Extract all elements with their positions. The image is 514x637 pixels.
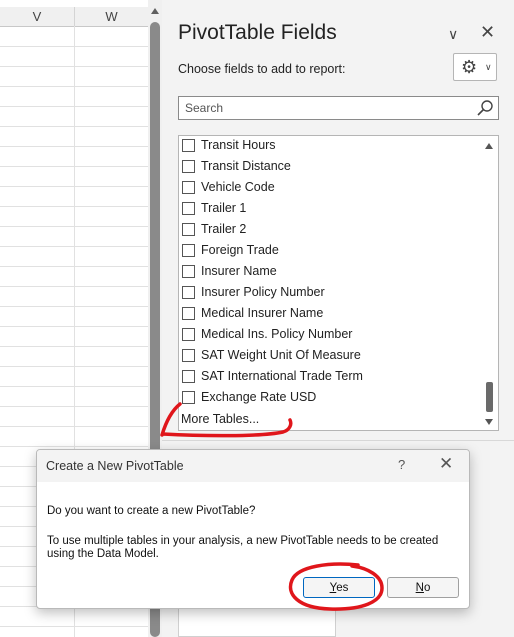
- list-item[interactable]: Trailer 2: [179, 220, 479, 241]
- field-checkbox[interactable]: [182, 160, 195, 173]
- grid-line: [0, 346, 148, 347]
- list-item[interactable]: SAT Weight Unit Of Measure: [179, 346, 479, 367]
- yes-button[interactable]: Yes: [303, 577, 375, 598]
- field-label: SAT Weight Unit Of Measure: [201, 348, 361, 362]
- field-label: SAT International Trade Term: [201, 369, 363, 383]
- list-item[interactable]: Medical Ins. Policy Number: [179, 325, 479, 346]
- grid-line: [0, 206, 148, 207]
- dialog-question: Do you want to create a new PivotTable?: [47, 505, 256, 517]
- field-label: Foreign Trade: [201, 243, 279, 257]
- grid-line: [0, 326, 148, 327]
- grid-line: [0, 266, 148, 267]
- pane-title: PivotTable Fields: [178, 21, 337, 44]
- grid-line: [0, 366, 148, 367]
- field-label: Transit Distance: [201, 159, 291, 173]
- no-label-rest: o: [423, 582, 431, 594]
- search-box[interactable]: [178, 96, 499, 120]
- field-checkbox[interactable]: [182, 265, 195, 278]
- list-item[interactable]: Foreign Trade: [179, 241, 479, 262]
- list-item[interactable]: Vehicle Code: [179, 178, 479, 199]
- scroll-up-arrow-icon[interactable]: [151, 8, 159, 14]
- grid-line: [0, 66, 148, 67]
- chevron-down-icon[interactable]: ∨: [448, 26, 458, 43]
- field-checkbox[interactable]: [182, 223, 195, 236]
- dialog-title: Create a New PivotTable: [46, 459, 184, 473]
- grid-line: [0, 286, 148, 287]
- list-item[interactable]: Trailer 1: [179, 199, 479, 220]
- yes-label-rest: es: [336, 582, 349, 594]
- field-checkbox[interactable]: [182, 391, 195, 404]
- field-checkbox[interactable]: [182, 244, 195, 257]
- field-checkbox[interactable]: [182, 328, 195, 341]
- scroll-up-arrow-icon[interactable]: [485, 143, 493, 149]
- field-label: Transit Hours: [201, 138, 276, 152]
- field-list: Transit Hours Transit Distance Vehicle C…: [178, 135, 499, 431]
- field-checkbox[interactable]: [182, 370, 195, 383]
- field-label: Trailer 2: [201, 222, 247, 236]
- column-header-v[interactable]: V: [0, 7, 75, 27]
- help-icon[interactable]: ?: [398, 457, 405, 472]
- grid-line: [0, 106, 148, 107]
- grid-line: [0, 226, 148, 227]
- grid-line: [0, 426, 148, 427]
- field-checkbox[interactable]: [182, 349, 195, 362]
- field-checkbox[interactable]: [182, 307, 195, 320]
- list-item[interactable]: SAT International Trade Term: [179, 367, 479, 388]
- more-tables-link[interactable]: More Tables...: [181, 412, 259, 426]
- field-list-scrollbar[interactable]: [481, 136, 498, 430]
- field-label: Medical Ins. Policy Number: [201, 327, 353, 341]
- close-icon[interactable]: ✕: [480, 22, 495, 43]
- grid-line: [0, 446, 148, 447]
- grid-line: [0, 166, 148, 167]
- scrollbar-thumb[interactable]: [486, 382, 493, 412]
- field-checkbox[interactable]: [182, 286, 195, 299]
- list-item[interactable]: Transit Distance: [179, 157, 479, 178]
- grid-line: [0, 86, 148, 87]
- list-item[interactable]: Medical Insurer Name: [179, 304, 479, 325]
- pane-divider: [162, 440, 514, 441]
- search-input[interactable]: [179, 97, 481, 119]
- field-label: Exchange Rate USD: [201, 390, 317, 404]
- field-label: Vehicle Code: [201, 180, 275, 194]
- list-item[interactable]: Exchange Rate USD: [179, 388, 479, 409]
- settings-button[interactable]: ⚙ ∨: [453, 53, 497, 81]
- pane-subtitle: Choose fields to add to report:: [178, 62, 346, 76]
- scroll-down-arrow-icon[interactable]: [485, 419, 493, 425]
- grid-line: [0, 126, 148, 127]
- field-label: Insurer Policy Number: [201, 285, 325, 299]
- field-checkbox[interactable]: [182, 139, 195, 152]
- grid-line: [0, 406, 148, 407]
- field-label: Trailer 1: [201, 201, 247, 215]
- field-label: Insurer Name: [201, 264, 277, 278]
- field-label: Medical Insurer Name: [201, 306, 324, 320]
- dialog-titlebar: Create a New PivotTable ? ✕: [37, 450, 469, 482]
- grid-line: [0, 306, 148, 307]
- search-icon[interactable]: [475, 99, 495, 117]
- grid-line: [0, 246, 148, 247]
- column-header-w[interactable]: W: [75, 7, 148, 27]
- create-pivottable-dialog: Create a New PivotTable ? ✕ Do you want …: [36, 449, 470, 609]
- list-item[interactable]: Insurer Name: [179, 262, 479, 283]
- grid-line: [0, 386, 148, 387]
- grid-line: [0, 186, 148, 187]
- no-button[interactable]: No: [387, 577, 459, 598]
- list-item[interactable]: Transit Hours: [179, 136, 479, 157]
- chevron-down-icon: ∨: [485, 62, 492, 72]
- field-checkbox[interactable]: [182, 202, 195, 215]
- list-item[interactable]: Insurer Policy Number: [179, 283, 479, 304]
- close-icon[interactable]: ✕: [439, 454, 453, 474]
- grid-line: [0, 626, 148, 627]
- grid-line: [0, 46, 148, 47]
- grid-line: [0, 146, 148, 147]
- field-checkbox[interactable]: [182, 181, 195, 194]
- no-accelerator: N: [415, 582, 424, 594]
- dialog-message: To use multiple tables in your analysis,…: [47, 535, 439, 560]
- gear-icon: ⚙: [461, 57, 478, 77]
